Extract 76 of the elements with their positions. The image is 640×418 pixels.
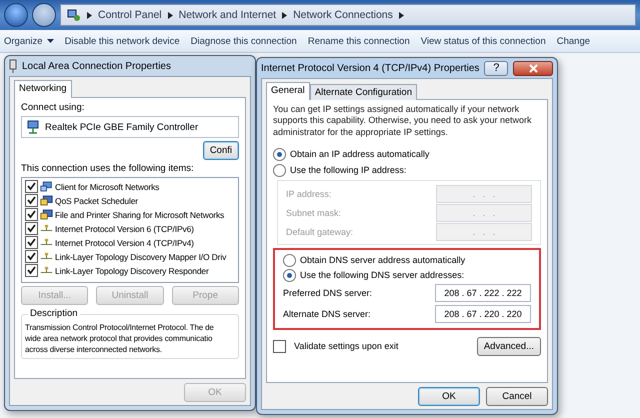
radio-button[interactable] bbox=[283, 268, 296, 282]
computer-icon bbox=[40, 209, 53, 220]
arrow-icon bbox=[87, 12, 92, 18]
list-item[interactable]: File and Printer Sharing for Microsoft Networks bbox=[55, 210, 224, 220]
radio-button[interactable] bbox=[283, 254, 296, 267]
connect-using-label: Connect using: bbox=[21, 102, 86, 113]
toolbar-button[interactable]: Disable this network device bbox=[64, 36, 180, 46]
toolbar-button[interactable]: Diagnose this connection bbox=[190, 36, 297, 46]
window-title: Local Area Connection Properties bbox=[22, 60, 172, 72]
computer-icon bbox=[40, 181, 53, 192]
network-icon bbox=[67, 8, 81, 22]
address-bar[interactable]: Control Panel Network and Internet Network Connections bbox=[60, 4, 636, 26]
advanced-button[interactable]: Advanced... bbox=[476, 336, 541, 356]
arrow-icon bbox=[168, 12, 173, 18]
network-adapter-icon bbox=[26, 120, 40, 134]
field-label: Preferred DNS server: bbox=[283, 288, 372, 298]
tab[interactable]: Alternate Configuration bbox=[310, 84, 417, 100]
radio-button[interactable] bbox=[273, 148, 286, 161]
checkbox[interactable] bbox=[25, 208, 38, 221]
checkbox[interactable] bbox=[25, 194, 38, 207]
list-item[interactable]: Client for Microsoft Networks bbox=[55, 182, 160, 192]
breadcrumb-link[interactable]: Control Panel bbox=[98, 9, 162, 21]
tab[interactable]: Networking bbox=[14, 80, 72, 98]
intro-text: You can get IP settings assigned automatically if your network supports this capability. Otherwise, you need to ask your network administrator for the appropriate IP settings. bbox=[273, 104, 532, 138]
arrow-icon bbox=[398, 12, 404, 18]
tab[interactable]: General bbox=[266, 82, 310, 100]
caret-icon bbox=[46, 39, 54, 43]
back-button[interactable] bbox=[4, 3, 28, 27]
arrow-icon bbox=[282, 12, 288, 18]
organize-menu[interactable]: Organize bbox=[4, 36, 54, 46]
adapter-name: Realtek PCIe GBE Family Controller bbox=[45, 122, 198, 132]
field-label: Default gateway: bbox=[286, 227, 354, 238]
close-button[interactable] bbox=[513, 60, 553, 76]
radio-label: Use the following DNS server addresses: bbox=[300, 270, 464, 280]
toolbar-button[interactable]: View status of this connection bbox=[420, 36, 546, 46]
network-icon bbox=[40, 223, 53, 234]
dialog-button[interactable]: Cancel bbox=[486, 387, 548, 406]
list-item[interactable]: Link-Layer Topology Discovery Mapper I/O Driv bbox=[55, 252, 226, 262]
checkbox[interactable] bbox=[25, 250, 38, 263]
toolbar-button[interactable]: Rename this connection bbox=[308, 36, 410, 46]
toolbar-button[interactable]: Change bbox=[556, 36, 590, 46]
radio-button[interactable] bbox=[273, 164, 286, 177]
network-adapter-icon bbox=[9, 59, 17, 73]
radio-label: Obtain DNS server address automatically bbox=[300, 255, 466, 266]
checkbox[interactable] bbox=[273, 340, 286, 353]
field-label: Subnet mask: bbox=[286, 208, 342, 218]
network-icon bbox=[40, 251, 53, 262]
help-button[interactable]: ? bbox=[484, 60, 508, 76]
checkbox[interactable] bbox=[25, 180, 38, 193]
ip-address-field[interactable]: 208 . 67 . 222 . 222 bbox=[435, 284, 531, 302]
network-icon bbox=[40, 265, 53, 276]
forward-button[interactable] bbox=[32, 3, 56, 27]
list-item[interactable]: Internet Protocol Version 6 (TCP/IPv6) bbox=[55, 224, 194, 234]
list-item[interactable]: Link-Layer Topology Discovery Responder bbox=[55, 266, 209, 276]
radio-label: Obtain an IP address automatically bbox=[290, 149, 430, 160]
checkbox[interactable] bbox=[25, 264, 38, 277]
field-label: Alternate DNS server: bbox=[283, 309, 371, 320]
description-text: Transmission Control Protocol/Internet Protocol. The de wide area network protocol that provides communicatio across diverse interconnected networks. bbox=[25, 322, 215, 356]
list-item[interactable]: QoS Packet Scheduler bbox=[55, 196, 138, 206]
computer-icon bbox=[40, 195, 53, 206]
ip-address-field[interactable]: 208 . 67 . 220 . 220 bbox=[435, 305, 531, 324]
checkbox[interactable] bbox=[25, 222, 38, 235]
checkbox[interactable] bbox=[25, 236, 38, 249]
close-icon bbox=[528, 64, 538, 72]
checkbox-label: Validate settings upon exit bbox=[294, 341, 398, 352]
breadcrumb-link[interactable]: Network and Internet bbox=[178, 9, 276, 21]
list-item[interactable]: Internet Protocol Version 4 (TCP/IPv4) bbox=[55, 238, 194, 248]
dialog-button[interactable]: OK bbox=[418, 387, 480, 406]
window-title: Internet Protocol Version 4 (TCP/IPv4) Properties bbox=[261, 62, 480, 74]
items-label: This connection uses the following items: bbox=[21, 163, 195, 174]
breadcrumb-link[interactable]: Network Connections bbox=[293, 9, 393, 21]
radio-label: Use the following IP address: bbox=[290, 165, 406, 176]
network-icon bbox=[40, 237, 53, 248]
configure-button[interactable]: Confi bbox=[202, 141, 239, 160]
group-title: Description bbox=[28, 308, 80, 319]
field-label: IP address: bbox=[286, 189, 332, 200]
